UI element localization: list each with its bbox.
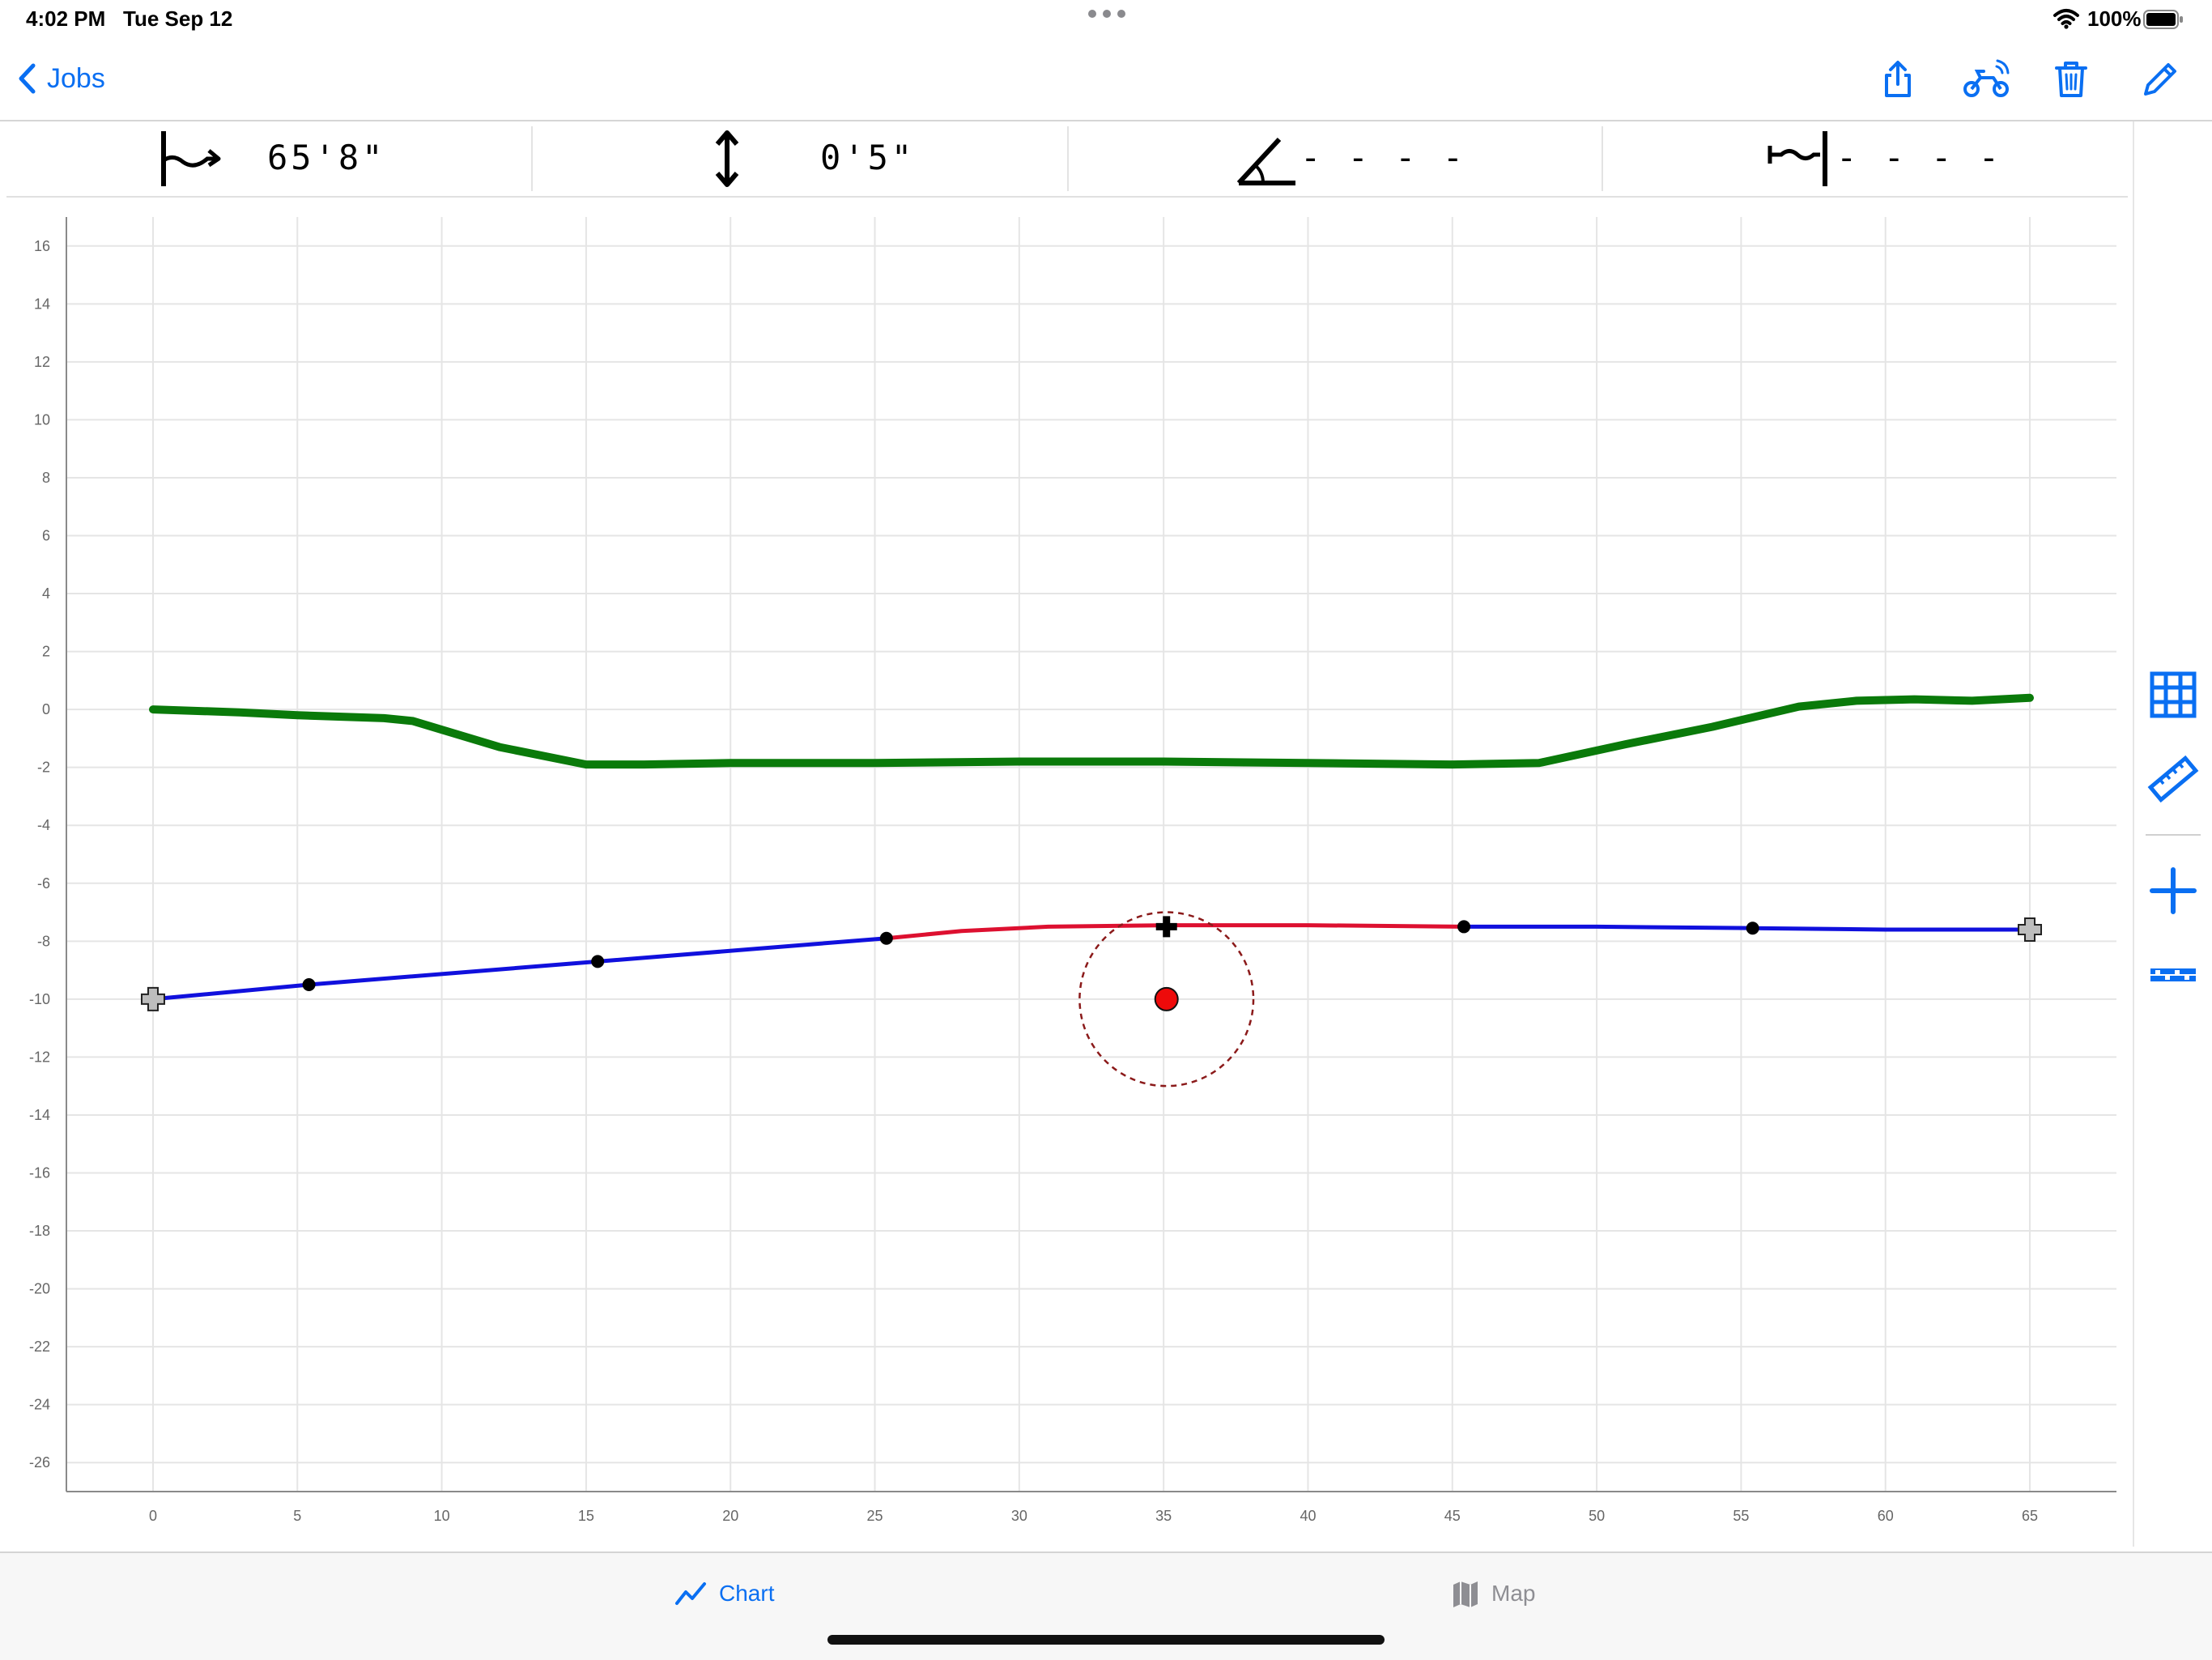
- trash-icon[interactable]: [2050, 58, 2092, 100]
- y-tick-label: -6: [37, 875, 50, 892]
- y-tick-label: -8: [37, 933, 50, 949]
- y-tick-label: 12: [34, 354, 50, 370]
- y-tick-label: 2: [42, 644, 50, 660]
- x-tick-label: 60: [1878, 1508, 1894, 1524]
- angle-value: - - - -: [1300, 138, 1467, 177]
- offset-value: - - - -: [1836, 138, 2003, 177]
- profile-chart[interactable]: 0 5 10 15 20 25 30 35 40 45 50 55 60 65 16 14 12 10 8 6 4 2 0-…: [0, 198, 2133, 1547]
- x-tick-label: 30: [1011, 1508, 1027, 1524]
- x-tick-label: 5: [293, 1508, 301, 1524]
- metric-divider: [531, 126, 533, 191]
- chevron-left-icon: [19, 63, 36, 94]
- y-tick-label: -2: [37, 760, 50, 776]
- horizontal-distance-value: 65'8": [267, 138, 386, 177]
- y-tick-label: -20: [29, 1281, 50, 1297]
- control-point: [879, 931, 893, 945]
- back-button[interactable]: Jobs: [18, 58, 105, 99]
- control-point: [1457, 920, 1471, 934]
- back-label: Jobs: [47, 62, 105, 94]
- status-time: 4:02 PM: [26, 6, 106, 31]
- control-point: [591, 955, 605, 968]
- y-tick-label: -10: [29, 991, 50, 1007]
- y-tick-label: -18: [29, 1223, 50, 1239]
- tool-divider: [2146, 834, 2201, 836]
- battery-icon: [2143, 10, 2183, 29]
- target-point: [1154, 986, 1179, 1011]
- ruler-icon[interactable]: [2146, 751, 2201, 807]
- tab-map[interactable]: Map: [1451, 1576, 1535, 1611]
- control-point: [1746, 922, 1759, 935]
- share-icon[interactable]: [1877, 58, 1919, 100]
- vertical-distance-value: 0'5": [820, 138, 916, 177]
- plus-icon[interactable]: [2146, 863, 2201, 918]
- profile-chart-svg[interactable]: 0 5 10 15 20 25 30 35 40 45 50 55 60 651614121086420-…: [0, 198, 2133, 1547]
- x-tick-label: 10: [434, 1508, 450, 1524]
- y-tick-label: 16: [34, 238, 50, 254]
- y-tick-label: 0: [42, 701, 50, 717]
- metric-divider: [1602, 126, 1603, 191]
- chart-line-icon: [675, 1582, 706, 1605]
- bore-path-line: [151, 936, 889, 1002]
- metrics-bar: 65'8" 0'5" - - - - - - - -: [6, 121, 2128, 198]
- map-icon: [1453, 1581, 1478, 1607]
- y-tick-label: -22: [29, 1339, 50, 1355]
- y-tick-label: -14: [29, 1107, 50, 1123]
- tab-chart-label: Chart: [719, 1581, 775, 1606]
- x-tick-label: 55: [1733, 1508, 1749, 1524]
- y-tick-label: -26: [29, 1454, 50, 1471]
- tab-map-label: Map: [1491, 1581, 1536, 1606]
- pencil-icon[interactable]: [2139, 58, 2181, 100]
- navigation-bar: Jobs: [0, 39, 2212, 121]
- status-bar: 4:02 PM Tue Sep 12 100%: [0, 0, 2212, 39]
- x-tick-label: 20: [722, 1508, 738, 1524]
- x-tick-label: 40: [1300, 1508, 1316, 1524]
- y-tick-label: 14: [34, 296, 50, 312]
- y-tick-label: -12: [29, 1049, 50, 1065]
- y-tick-label: 6: [42, 528, 50, 544]
- y-tick-label: -4: [37, 817, 50, 833]
- y-tick-label: 4: [42, 585, 50, 602]
- x-tick-label: 65: [2022, 1508, 2038, 1524]
- offset-icon: [1767, 131, 1827, 186]
- grid-icon[interactable]: [2146, 667, 2201, 722]
- wifi-icon: [2053, 9, 2079, 29]
- bore-head-marker: [1155, 916, 1177, 938]
- x-tick-label: 35: [1155, 1508, 1172, 1524]
- control-point: [302, 977, 316, 991]
- vertical-distance-icon: [715, 130, 739, 187]
- x-tick-label: 0: [149, 1508, 157, 1524]
- battery-percentage: 100%: [2087, 6, 2142, 31]
- y-tick-label: 10: [34, 411, 50, 428]
- angle-icon: [1236, 137, 1295, 185]
- tab-chart[interactable]: Chart: [674, 1576, 774, 1611]
- y-tick-label: -24: [29, 1397, 50, 1413]
- y-tick-label: 8: [42, 470, 50, 486]
- tool-rail-divider: [2133, 121, 2134, 1547]
- scooter-signal-icon[interactable]: [1963, 58, 2011, 100]
- endpoint-marker: [140, 986, 165, 1011]
- horizontal-distance-icon: [161, 131, 221, 186]
- y-tick-label: -16: [29, 1165, 50, 1181]
- x-tick-label: 25: [867, 1508, 883, 1524]
- x-tick-label: 50: [1589, 1508, 1605, 1524]
- metric-divider: [1067, 126, 1069, 191]
- status-date: Tue Sep 12: [123, 6, 233, 31]
- x-tick-label: 15: [578, 1508, 594, 1524]
- multitasking-dots-icon[interactable]: [1088, 10, 1125, 19]
- x-tick-label: 45: [1444, 1508, 1461, 1524]
- endpoint-marker: [2018, 917, 2043, 943]
- home-indicator[interactable]: [827, 1635, 1385, 1645]
- ground-profile-line: [149, 693, 2034, 769]
- checkered-strip-icon[interactable]: [2146, 947, 2201, 1002]
